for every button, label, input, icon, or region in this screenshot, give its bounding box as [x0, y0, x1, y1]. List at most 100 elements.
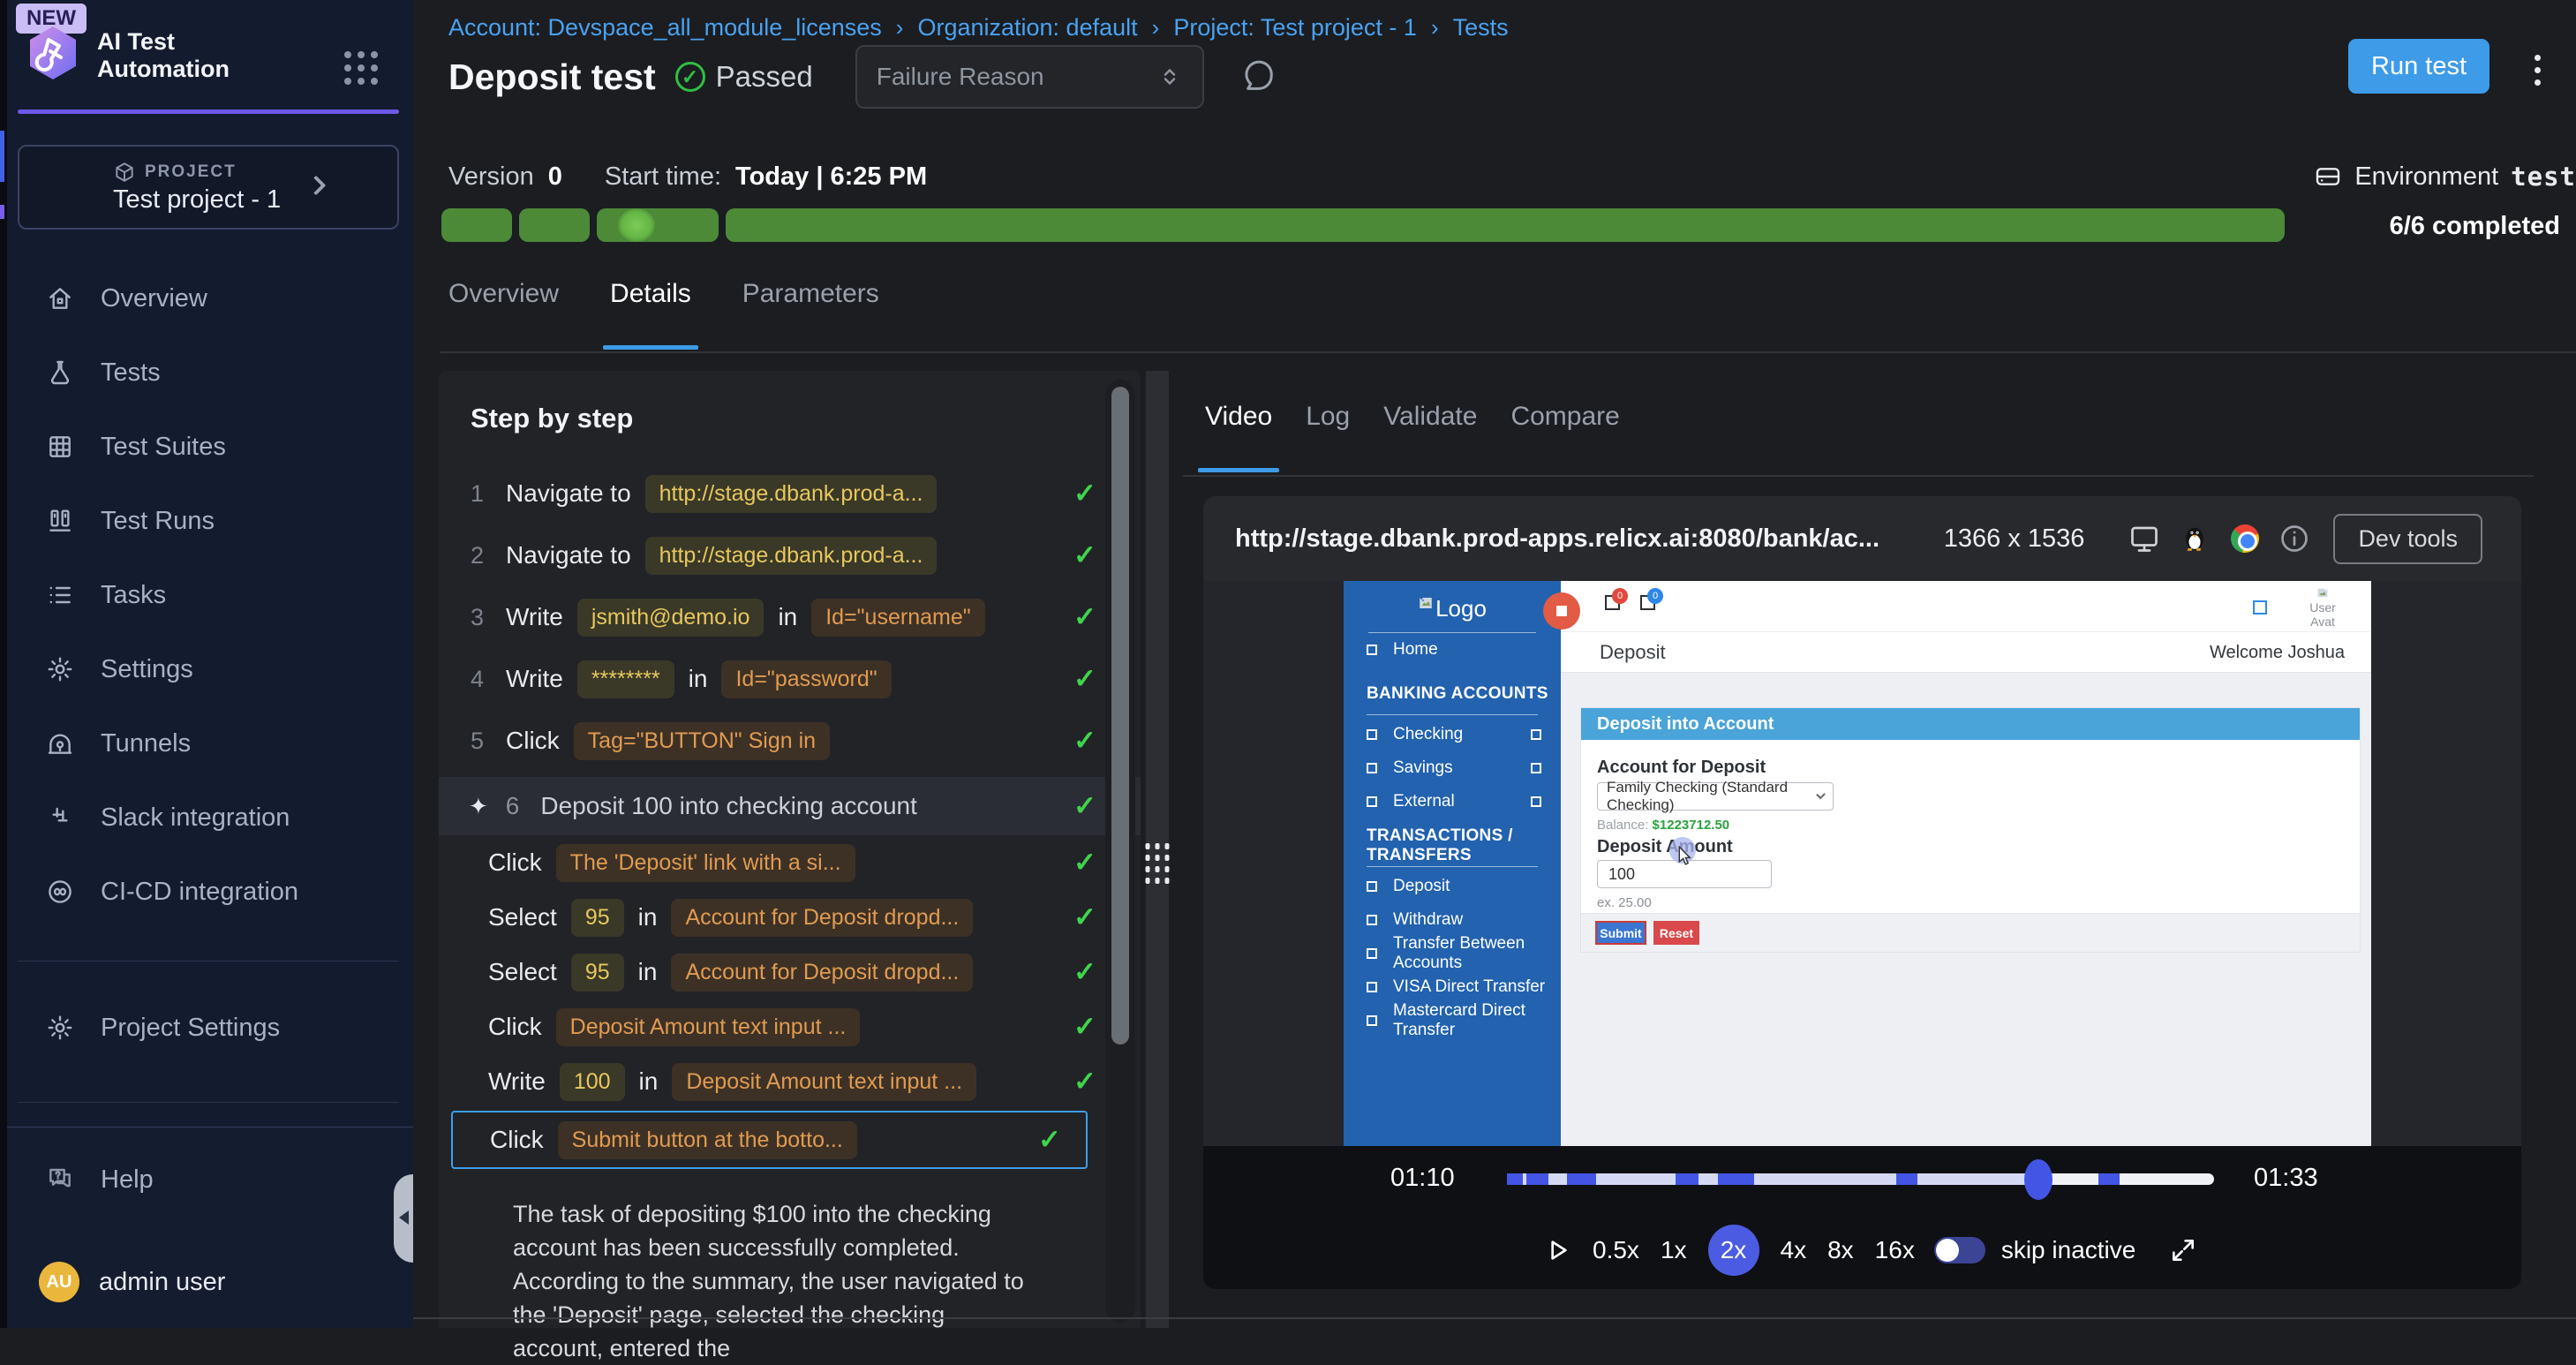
step-check-icon: ✓: [1073, 956, 1096, 988]
tunnel-icon: [46, 729, 74, 758]
panel-resize-handle[interactable]: [1146, 371, 1169, 1328]
sidebar-item-project-settings[interactable]: Project Settings: [7, 991, 413, 1065]
bank-nav-label: Deposit: [1393, 877, 1450, 896]
sidebar-item-test-suites[interactable]: Test Suites: [7, 410, 413, 484]
speed-button-0-5x[interactable]: 0.5x: [1593, 1236, 1639, 1264]
devtools-button[interactable]: Dev tools: [2333, 514, 2482, 564]
steps-list: 1Navigate tohttp://stage.dbank.prod-a...…: [439, 463, 1141, 1169]
gear-icon: [46, 1014, 74, 1042]
sidebar-item-settings[interactable]: Settings: [7, 632, 413, 706]
step-check-icon: ✓: [1073, 601, 1096, 633]
tab-video[interactable]: Video: [1205, 402, 1272, 472]
breadcrumb-link-1[interactable]: Account: Devspace_all_module_licenses: [448, 14, 882, 41]
step-row[interactable]: 3Writejsmith@demo.ioinId="username"✓: [439, 586, 1141, 648]
step-group-row[interactable]: ✦6Deposit 100 into checking account✓: [439, 777, 1141, 835]
fullscreen-icon[interactable]: [2169, 1236, 2197, 1264]
comment-icon[interactable]: [1241, 59, 1277, 94]
step-value-chip: 95: [571, 899, 624, 937]
sidebar-item-tunnels[interactable]: Tunnels: [7, 706, 413, 781]
speed-button-16x[interactable]: 16x: [1875, 1236, 1915, 1264]
right-tabs: Video Log Validate Compare: [1205, 402, 1620, 472]
step-row[interactable]: ClickThe 'Deposit' link with a si...✓: [439, 835, 1141, 890]
timeline-track[interactable]: [1507, 1173, 2214, 1185]
step-summary-text: The task of depositing $100 into the che…: [513, 1197, 1026, 1365]
status-badge: Passed: [716, 60, 813, 94]
step-row[interactable]: Write100inDeposit Amount text input ...✓: [439, 1054, 1141, 1109]
video-viewport[interactable]: Logo HomeBANKING ACCOUNTSCheckingSavings…: [1203, 581, 2521, 1146]
play-icon[interactable]: [1543, 1236, 1571, 1264]
sidebar-item-tests[interactable]: Tests: [7, 336, 413, 410]
step-row[interactable]: Select95inAccount for Deposit dropd...✓: [439, 890, 1141, 945]
step-row[interactable]: Select95inAccount for Deposit dropd...✓: [439, 945, 1141, 999]
sidebar-item-ci-cd-integration[interactable]: CI-CD integration: [7, 855, 413, 929]
step-value-chip: http://stage.dbank.prod-a...: [645, 537, 938, 575]
apps-grid-icon[interactable]: [344, 51, 378, 85]
progress-segment-2: [519, 208, 590, 242]
tab-validate[interactable]: Validate: [1383, 402, 1477, 472]
breadcrumb-link-3[interactable]: Project: Test project - 1: [1173, 14, 1417, 41]
steps-scrollbar-thumb[interactable]: [1111, 387, 1129, 1044]
timeline-marker: [1526, 1173, 1548, 1185]
breadcrumb-link-4[interactable]: Tests: [1453, 14, 1509, 41]
tab-compare[interactable]: Compare: [1510, 402, 1619, 472]
step-check-icon: ✓: [1038, 1124, 1061, 1156]
monitor-icon[interactable]: [2128, 523, 2160, 554]
skip-inactive-label: skip inactive: [2001, 1236, 2136, 1264]
failure-reason-placeholder: Failure Reason: [877, 63, 1044, 91]
run-test-button[interactable]: Run test: [2348, 39, 2489, 94]
sidebar-divider: [18, 1102, 399, 1103]
step-row[interactable]: 4Write********inId="password"✓: [439, 648, 1141, 710]
bank-nav-label: External: [1393, 792, 1455, 811]
project-box-icon: [113, 161, 136, 184]
step-selector-chip: Id="password": [721, 660, 891, 698]
sidebar-collapse-handle[interactable]: [394, 1174, 413, 1263]
speed-button-8x[interactable]: 8x: [1827, 1236, 1854, 1264]
help-chat-icon: [46, 1165, 76, 1195]
chrome-icon: [2231, 524, 2259, 553]
step-row-selected[interactable]: ClickSubmit button at the botto...✓: [451, 1111, 1088, 1169]
sidebar-item-label: Tunnels: [101, 729, 191, 758]
kebab-menu[interactable]: [2531, 51, 2544, 89]
timeline-scrubber[interactable]: [2024, 1159, 2053, 1200]
sidebar-item-help[interactable]: Help: [46, 1165, 154, 1195]
breadcrumb-link-2[interactable]: Organization: default: [917, 14, 1137, 41]
speed-button-1x[interactable]: 1x: [1661, 1236, 1687, 1264]
bank-nav-item-home: Home: [1344, 633, 1561, 667]
runs-icon: [46, 507, 74, 535]
sidebar-item-tasks[interactable]: Tasks: [7, 558, 413, 632]
failure-reason-select[interactable]: Failure Reason: [855, 45, 1204, 109]
breadcrumb-separator: ›: [896, 14, 904, 41]
step-row[interactable]: ClickDeposit Amount text input ...✓: [439, 999, 1141, 1054]
bank-notification-icon: 0: [1605, 595, 1620, 610]
sidebar-item-overview[interactable]: Overview: [7, 261, 413, 336]
progress-row: 6/6 completed: [441, 208, 2576, 242]
step-row[interactable]: 1Navigate tohttp://stage.dbank.prod-a...…: [439, 463, 1141, 524]
progress-segment-4: [726, 208, 2285, 242]
step-row[interactable]: 5ClickTag="BUTTON" Sign in✓: [439, 710, 1141, 772]
sidebar-item-test-runs[interactable]: Test Runs: [7, 484, 413, 558]
skip-inactive-toggle[interactable]: [1934, 1237, 1985, 1263]
speed-button-4x[interactable]: 4x: [1781, 1236, 1807, 1264]
environment-group: Environment test: [2314, 162, 2576, 192]
speed-button-2x[interactable]: 2x: [1708, 1225, 1759, 1276]
deposit-panel-header: Deposit into Account: [1581, 708, 2360, 740]
progress-segment-1: [441, 208, 512, 242]
timeline-marker: [1676, 1173, 1699, 1185]
bank-square-icon: [2253, 600, 2267, 615]
tab-parameters[interactable]: Parameters: [742, 279, 879, 350]
project-selector[interactable]: PROJECT Test project - 1: [18, 145, 399, 230]
tab-details[interactable]: Details: [610, 279, 691, 350]
bank-divider: [1367, 714, 1538, 715]
sidebar-item-slack-integration[interactable]: Slack integration: [7, 781, 413, 855]
tab-overview[interactable]: Overview: [448, 279, 559, 350]
step-row[interactable]: 2Navigate tohttp://stage.dbank.prod-a...…: [439, 524, 1141, 586]
progress-highlight: [618, 208, 655, 242]
info-icon[interactable]: [2278, 523, 2310, 554]
step-action-text: Write: [488, 1067, 546, 1096]
step-action-text: Write: [506, 665, 563, 693]
bank-nav-label: Transfer Between Accounts: [1393, 934, 1561, 973]
sidebar-item-label: Help: [101, 1165, 154, 1195]
user-menu[interactable]: AU admin user: [39, 1262, 225, 1302]
tab-log[interactable]: Log: [1306, 402, 1350, 472]
step-action-text: Navigate to: [506, 541, 631, 569]
